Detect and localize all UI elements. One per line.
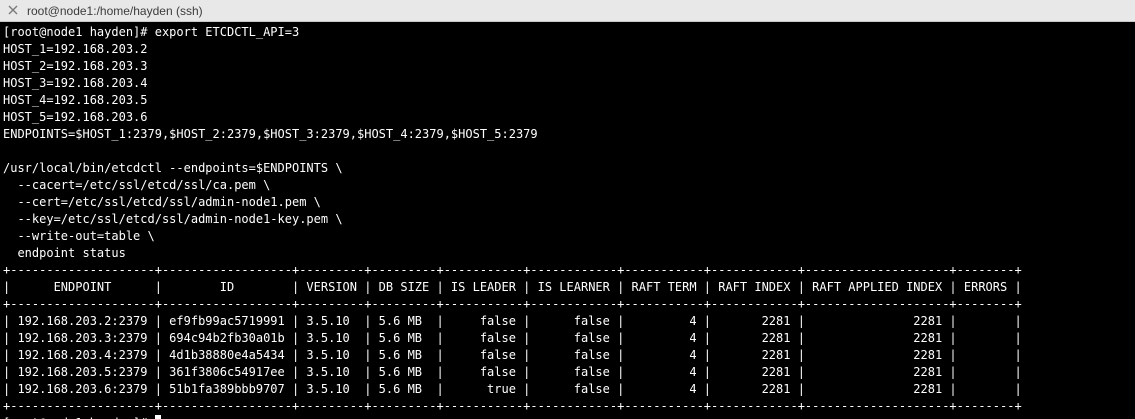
cursor: [154, 415, 161, 419]
command-line: --cert=/etc/ssl/etcd/ssl/admin-node1.pem…: [3, 195, 321, 209]
command-line: HOST_2=192.168.203.3: [3, 59, 148, 73]
command-line: [3, 143, 1135, 160]
terminal-text: [root@node1 hayden]# export ETCDCTL_API=…: [0, 24, 1135, 419]
command-line: [root@node1 hayden]# export ETCDCTL_API=…: [3, 25, 300, 39]
command-line: /usr/local/bin/etcdctl --endpoints=$ENDP…: [3, 161, 343, 175]
table-border: +--------------------+------------------…: [3, 263, 1022, 277]
command-line: --key=/etc/ssl/etcd/ssl/admin-node1-key.…: [3, 212, 343, 226]
command-line: --cacert=/etc/ssl/etcd/ssl/ca.pem \: [3, 178, 271, 192]
close-icon[interactable]: [6, 3, 20, 17]
command-line: --write-out=table \: [3, 229, 155, 243]
table-row: | 192.168.203.3:2379 | 694c94b2fb30a01b …: [3, 331, 1022, 345]
table-header: | ENDPOINT | ID | VERSION | DB SIZE | IS…: [3, 280, 1022, 294]
command-line: ENDPOINTS=$HOST_1:2379,$HOST_2:2379,$HOS…: [3, 127, 538, 141]
table-border: +--------------------+------------------…: [3, 297, 1022, 311]
command-line: endpoint status: [3, 246, 126, 260]
table-row: | 192.168.203.5:2379 | 361f3806c54917ee …: [3, 365, 1022, 379]
table-row: | 192.168.203.2:2379 | ef9fb99ac5719991 …: [3, 314, 1022, 328]
title-bar: root@node1:/home/hayden (ssh): [0, 0, 1135, 22]
command-line: HOST_3=192.168.203.4: [3, 76, 148, 90]
command-line: HOST_4=192.168.203.5: [3, 93, 148, 107]
terminal-window: root@node1:/home/hayden (ssh) [root@node…: [0, 0, 1135, 419]
terminal-output[interactable]: [root@node1 hayden]# export ETCDCTL_API=…: [0, 24, 1135, 419]
command-line: HOST_5=192.168.203.6: [3, 110, 148, 124]
window-title: root@node1:/home/hayden (ssh): [27, 4, 203, 18]
table-row: | 192.168.203.4:2379 | 4d1b38880e4a5434 …: [3, 348, 1022, 362]
table-row: | 192.168.203.6:2379 | 51b1fa389bbb9707 …: [3, 382, 1022, 396]
command-line: HOST_1=192.168.203.2: [3, 42, 148, 56]
table-border: +--------------------+------------------…: [3, 399, 1022, 413]
prompt-line[interactable]: [root@node1 hayden]#: [3, 415, 1135, 419]
